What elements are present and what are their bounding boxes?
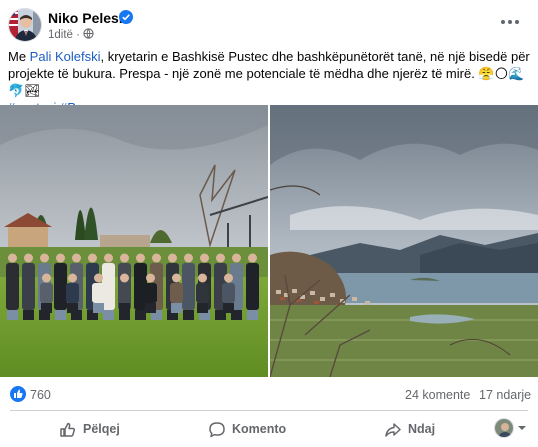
share-count[interactable]: 17 ndarje — [479, 388, 531, 402]
globe-icon — [83, 28, 94, 39]
post-meta: 1ditë · — [48, 28, 94, 42]
person-legs — [247, 310, 258, 320]
divider — [10, 410, 528, 411]
person-head — [146, 273, 155, 283]
person-head — [172, 273, 181, 283]
person-head — [72, 253, 81, 263]
person-body — [40, 283, 53, 303]
person-body — [170, 283, 183, 303]
person-head — [120, 273, 129, 283]
person-body — [182, 263, 195, 310]
person-body — [246, 263, 259, 310]
chevron-down-icon — [518, 426, 526, 430]
photo-landscape[interactable] — [270, 105, 538, 377]
person-legs — [171, 303, 182, 313]
person-body — [22, 263, 35, 310]
share-label: Ndaj — [408, 422, 436, 436]
person-head — [152, 253, 161, 263]
person-legs — [41, 303, 52, 313]
person-head — [56, 253, 65, 263]
photo-grid — [0, 105, 538, 377]
verified-badge-icon — [119, 10, 133, 24]
person-legs — [67, 303, 78, 313]
person-head — [216, 253, 225, 263]
comment-label: Komento — [232, 422, 287, 436]
post-header: Niko Peleshi 1ditë · — [0, 0, 538, 48]
person-head — [88, 253, 97, 263]
person-head — [24, 253, 33, 263]
caption-text-start: Me — [8, 49, 30, 64]
person-head — [8, 253, 17, 263]
person-body — [196, 283, 209, 303]
like-button[interactable]: Pëlqej — [55, 415, 125, 443]
separator-dot: · — [76, 29, 84, 41]
author-avatar[interactable] — [8, 8, 42, 42]
user-avatar — [494, 418, 514, 438]
person-head — [40, 253, 49, 263]
person-legs — [23, 310, 34, 320]
person-legs — [145, 303, 156, 313]
person-legs — [119, 303, 130, 313]
person-legs — [183, 310, 194, 320]
person-legs — [55, 310, 66, 320]
audience-selector[interactable] — [494, 418, 528, 440]
person-legs — [93, 303, 104, 313]
person-head — [248, 253, 257, 263]
person-body — [92, 283, 105, 303]
thumbs-up-icon — [60, 422, 76, 437]
person-head — [198, 273, 207, 283]
person-legs — [135, 310, 146, 320]
person-head — [120, 253, 129, 263]
share-button[interactable]: Ndaj — [382, 415, 442, 443]
photo-group[interactable] — [0, 105, 268, 377]
person-head — [68, 273, 77, 283]
person-legs — [7, 310, 18, 320]
comment-count[interactable]: 24 komente — [405, 388, 470, 402]
comment-icon — [209, 422, 225, 438]
person-legs — [103, 310, 114, 320]
person-head — [184, 253, 193, 263]
person-head — [104, 253, 113, 263]
person-body — [6, 263, 19, 310]
person-body — [54, 263, 67, 310]
person-head — [224, 273, 233, 283]
like-reaction-icon[interactable] — [10, 386, 26, 402]
person-head — [42, 273, 51, 283]
mention-link[interactable]: Pali Kolefski — [30, 49, 101, 64]
action-bar: Pëlqej Komento Ndaj — [0, 412, 538, 446]
person-legs — [197, 303, 208, 313]
reaction-count[interactable]: 760 — [30, 388, 51, 402]
post-time[interactable]: 1ditë — [48, 29, 73, 41]
person-head — [136, 253, 145, 263]
comment-button[interactable]: Komento — [206, 415, 296, 443]
person-body — [222, 283, 235, 303]
share-icon — [385, 423, 401, 437]
post-stats: 760 24 komente 17 ndarje — [0, 380, 538, 408]
person-body — [118, 283, 131, 303]
like-label: Pëlqej — [83, 422, 120, 436]
person-head — [200, 253, 209, 263]
person-body — [66, 283, 79, 303]
person-body — [144, 283, 157, 303]
person-legs — [223, 303, 234, 313]
more-options-icon[interactable] — [498, 12, 522, 32]
person-head — [94, 273, 103, 283]
person-head — [232, 253, 241, 263]
person-head — [168, 253, 177, 263]
